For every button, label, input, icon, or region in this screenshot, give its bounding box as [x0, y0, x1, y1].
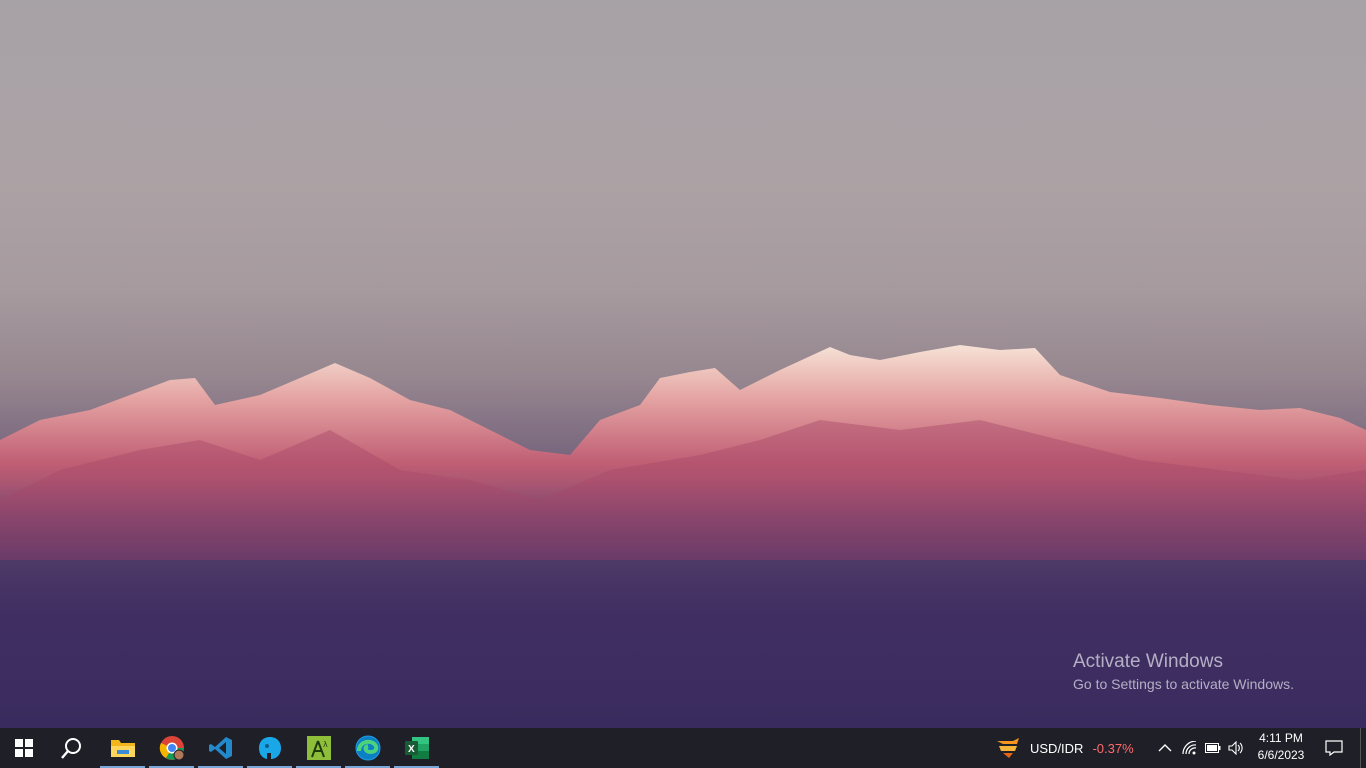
watermark-subtitle: Go to Settings to activate Windows.: [1073, 676, 1294, 692]
excel-icon: X: [404, 737, 429, 759]
taskbar: λ X USD/IDR -0.37% 4:11 PM 6/6/2023: [0, 728, 1366, 768]
battery-icon: [1205, 743, 1221, 753]
currency-widget[interactable]: USD/IDR -0.37%: [995, 728, 1134, 768]
file-explorer-icon: [110, 740, 135, 757]
currency-trend-icon: [997, 738, 1019, 758]
activate-windows-watermark: Activate Windows Go to Settings to activ…: [1073, 651, 1294, 693]
clock-time: 4:11 PM: [1259, 731, 1303, 745]
search-icon: [61, 738, 81, 759]
svg-text:λ: λ: [323, 740, 328, 749]
show-hidden-icons-button[interactable]: [1154, 728, 1176, 768]
green-app-icon: λ: [306, 736, 331, 760]
network-button[interactable]: [1179, 728, 1201, 768]
wallpaper-mountains: [0, 345, 1366, 728]
taskbar-blue-app[interactable]: [245, 728, 294, 768]
currency-pair: USD/IDR: [1030, 740, 1084, 756]
taskbar-excel[interactable]: X: [392, 728, 441, 768]
volume-button[interactable]: [1225, 728, 1247, 768]
desktop[interactable]: Activate Windows Go to Settings to activ…: [0, 0, 1366, 728]
svg-text:X: X: [408, 744, 415, 755]
taskbar-green-app[interactable]: λ: [294, 728, 343, 768]
speaker-icon: [1228, 741, 1243, 755]
blue-app-icon: [258, 737, 281, 759]
clock-date: 6/6/2023: [1257, 748, 1305, 762]
taskbar-chrome[interactable]: [147, 728, 196, 768]
start-button[interactable]: [0, 728, 48, 768]
taskbar-vscode[interactable]: [196, 728, 245, 768]
taskbar-edge[interactable]: [343, 728, 392, 768]
watermark-title: Activate Windows: [1073, 651, 1223, 672]
chrome-icon: [159, 736, 184, 761]
wifi-icon: [1182, 741, 1197, 755]
taskbar-file-explorer[interactable]: [98, 728, 147, 768]
edge-icon: [355, 735, 380, 761]
chevron-up-icon: [1158, 744, 1172, 752]
show-desktop-button[interactable]: [1360, 728, 1366, 768]
battery-button[interactable]: [1202, 728, 1224, 768]
currency-change: -0.37%: [1092, 740, 1134, 756]
vscode-icon: [208, 737, 232, 759]
notification-icon: [1325, 740, 1343, 756]
windows-start-icon: [15, 739, 33, 757]
search-button[interactable]: [48, 728, 96, 768]
taskbar-clock[interactable]: 4:11 PM 6/6/2023: [1250, 730, 1312, 766]
action-center-button[interactable]: [1318, 728, 1350, 768]
